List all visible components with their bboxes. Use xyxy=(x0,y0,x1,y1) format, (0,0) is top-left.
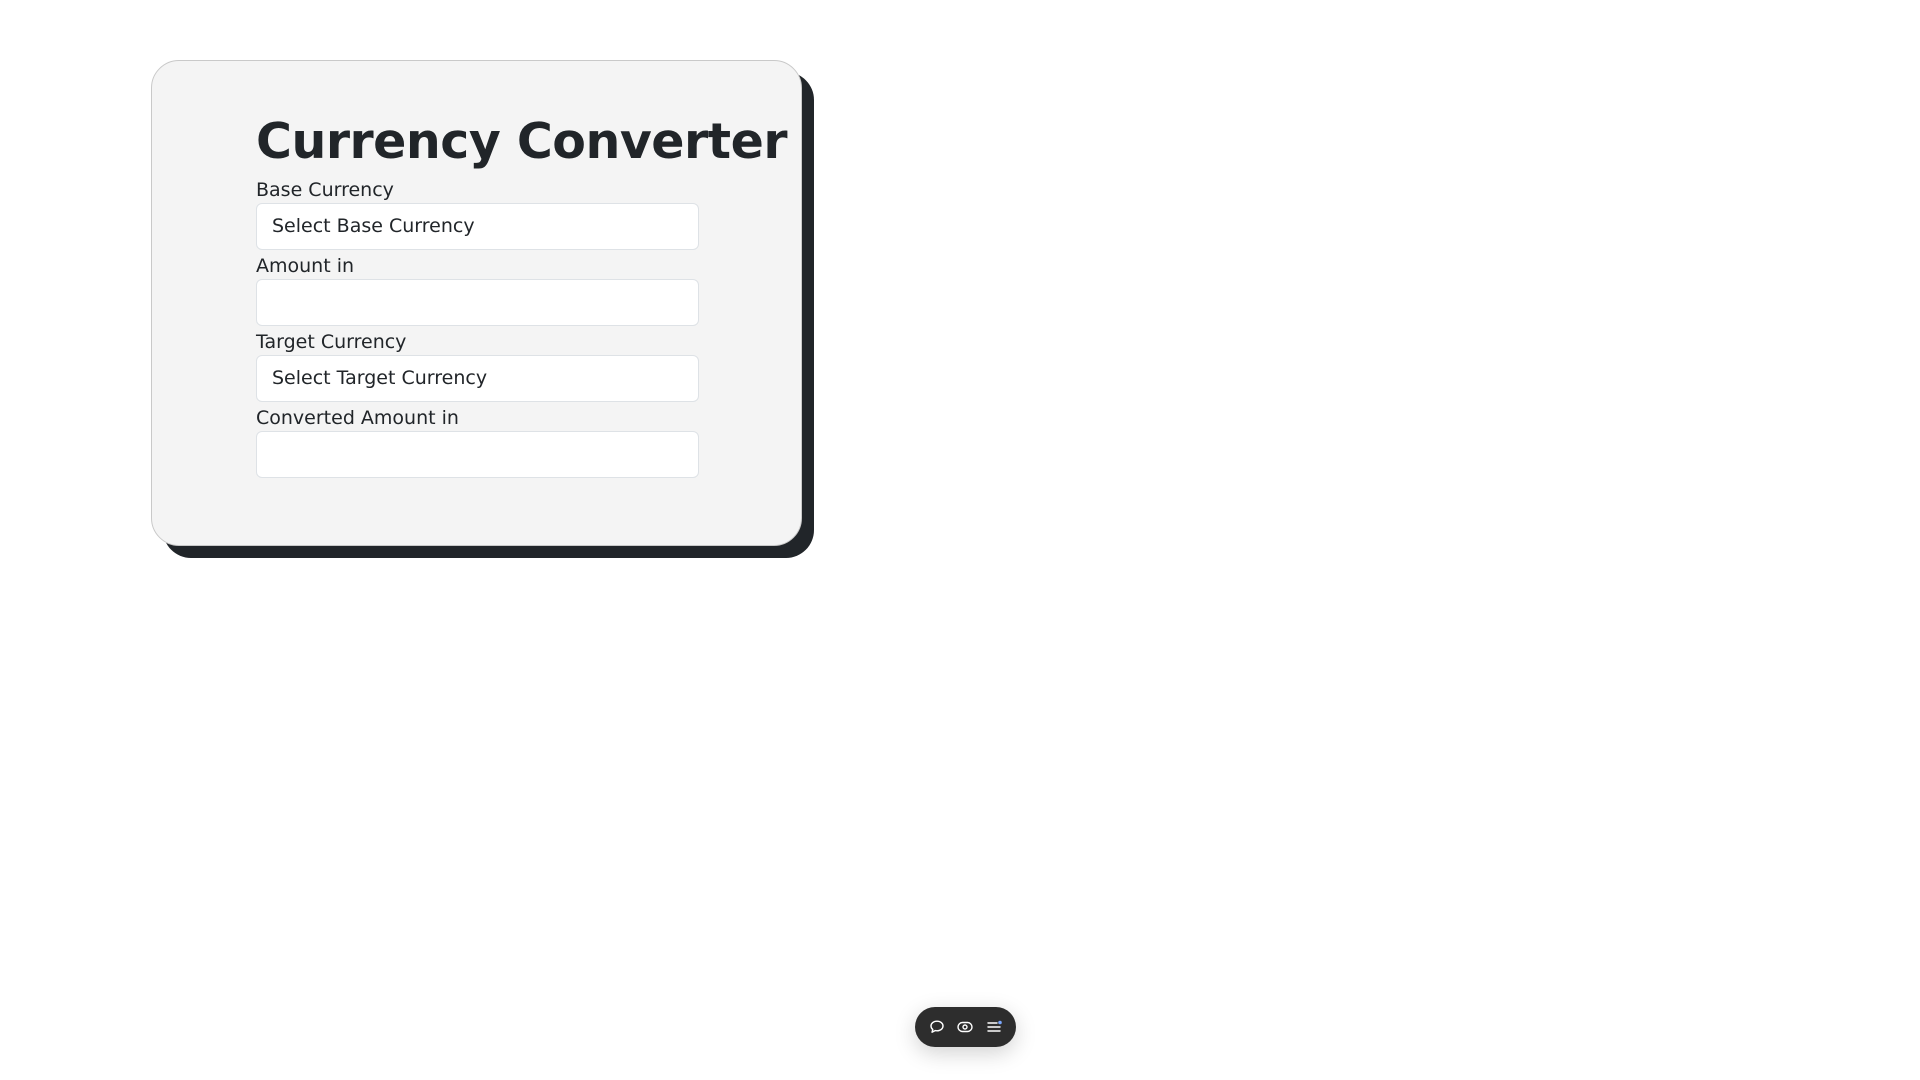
chat-bubble-icon xyxy=(930,1020,944,1033)
base-currency-label: Base Currency xyxy=(256,178,394,201)
view-toggle-button[interactable] xyxy=(953,1015,977,1039)
converter-form: Currency Converter Base Currency Select … xyxy=(256,113,788,481)
amount-input[interactable] xyxy=(256,278,699,326)
converted-amount-label: Converted Amount in xyxy=(256,406,459,429)
base-currency-select-value: Select Base Currency xyxy=(272,215,475,238)
target-currency-select[interactable]: Select Target Currency xyxy=(256,354,699,402)
target-currency-select-value: Select Target Currency xyxy=(272,367,488,390)
menu-list-icon xyxy=(987,1020,1002,1032)
menu-button[interactable] xyxy=(982,1015,1006,1039)
eye-icon xyxy=(957,1021,974,1033)
converter-card: Currency Converter Base Currency Select … xyxy=(151,60,802,546)
target-currency-label: Target Currency xyxy=(256,330,407,353)
chat-button[interactable] xyxy=(925,1015,949,1039)
floating-toolbar xyxy=(915,1007,1016,1047)
base-currency-select[interactable]: Select Base Currency xyxy=(256,202,699,250)
amount-label: Amount in xyxy=(256,254,355,277)
converted-amount-output[interactable] xyxy=(256,430,699,478)
page-title: Currency Converter xyxy=(256,113,788,170)
